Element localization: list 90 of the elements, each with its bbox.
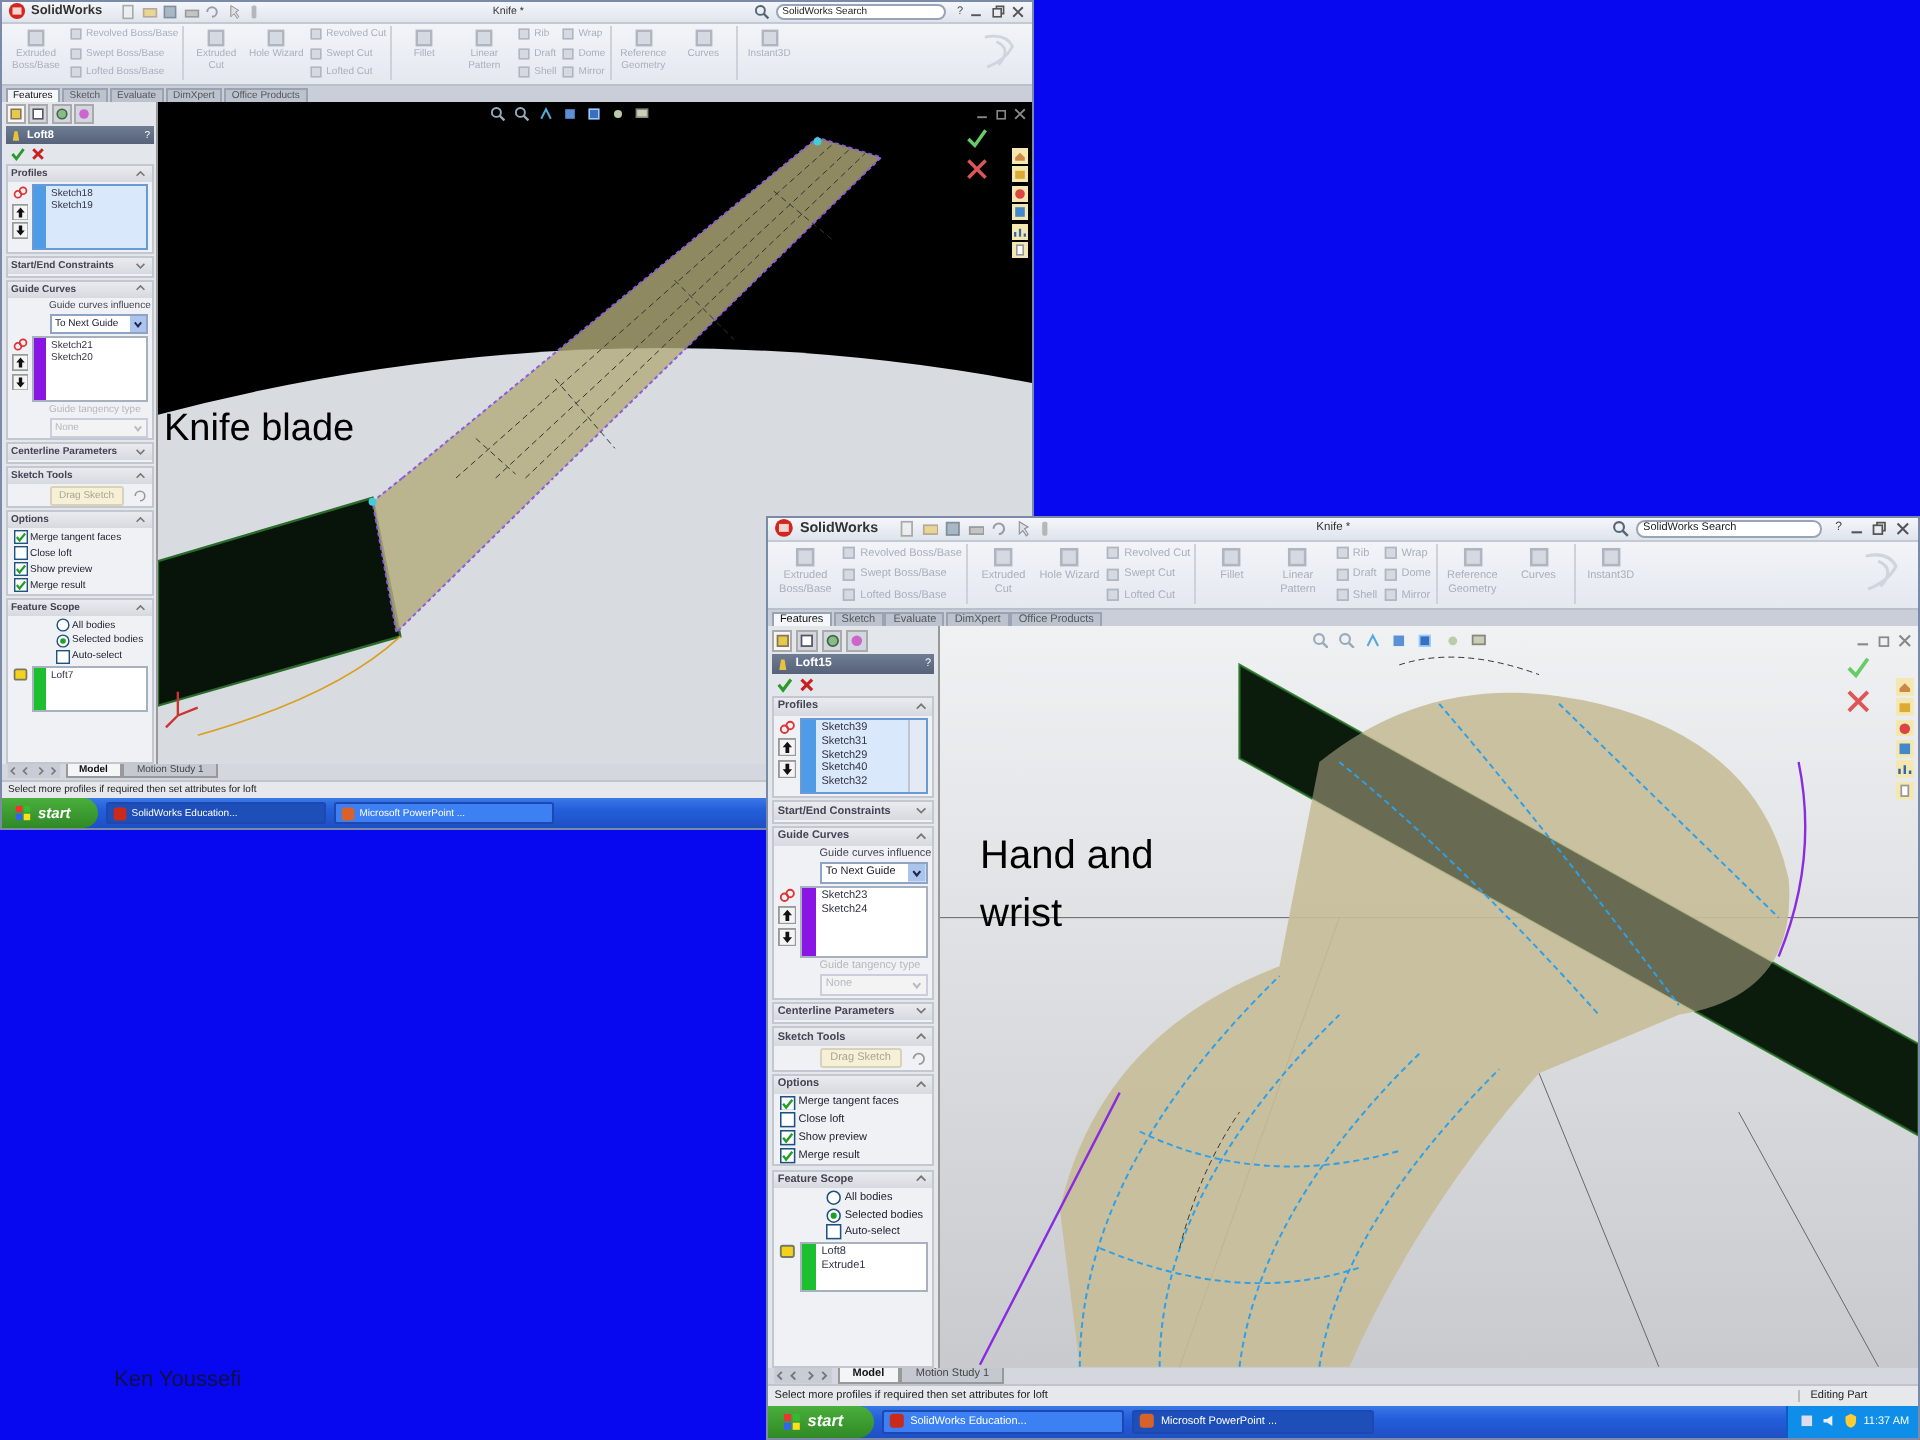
chevron-icon[interactable] (134, 167, 147, 181)
chevron-icon[interactable] (134, 514, 147, 527)
configuration-tab-icon[interactable] (821, 630, 843, 652)
folder-icon[interactable] (921, 519, 939, 538)
close-icon[interactable] (1012, 105, 1028, 121)
undo-icon[interactable] (204, 3, 221, 20)
app-icon (111, 805, 128, 821)
radio-icon[interactable] (55, 633, 69, 648)
checkmark-icon[interactable] (9, 146, 25, 162)
link-icon[interactable] (11, 335, 28, 352)
chevron-icon[interactable] (913, 1172, 928, 1187)
move-up-icon[interactable] (11, 203, 28, 220)
checkbox-icon[interactable] (779, 1147, 796, 1164)
chevron-icon[interactable] (134, 601, 147, 615)
appearance-tab-icon[interactable] (74, 104, 94, 124)
configuration-tab-icon[interactable] (51, 104, 71, 124)
close-icon[interactable] (1010, 3, 1026, 20)
move-down-icon[interactable] (11, 373, 28, 390)
checkbox-icon[interactable] (779, 1130, 796, 1146)
windows-logo-icon (14, 804, 32, 822)
logo-icon (8, 2, 26, 21)
caption: Knife blade (164, 408, 355, 452)
author-name: Ken Youssefi (114, 1368, 242, 1392)
tab-scroll-arrows-icon[interactable] (4, 764, 64, 778)
speaker-icon[interactable] (1819, 1412, 1838, 1431)
move-down-icon[interactable] (11, 222, 28, 239)
chevron-icon[interactable] (913, 1077, 928, 1092)
zoom-icon[interactable] (490, 105, 507, 121)
axis-triad-icon (164, 689, 199, 728)
home-icon[interactable] (1012, 147, 1028, 163)
new-document-icon[interactable] (897, 519, 916, 538)
close-icon[interactable] (1893, 519, 1912, 538)
search-icon[interactable] (754, 3, 771, 20)
appearance-tab-icon[interactable] (845, 630, 868, 652)
close-icon[interactable] (30, 146, 46, 162)
app-icon (1138, 1412, 1157, 1431)
dropdown-arrow-icon (908, 863, 926, 882)
checkbox-icon[interactable] (13, 562, 27, 577)
app-icon (339, 805, 356, 821)
radio-icon[interactable] (55, 618, 69, 632)
move-down-icon[interactable] (777, 759, 797, 778)
checkbox-icon[interactable] (779, 1112, 796, 1129)
pointer-icon[interactable] (1013, 519, 1032, 538)
new-document-icon[interactable] (120, 3, 137, 20)
link-icon[interactable] (777, 717, 797, 737)
undo-icon[interactable] (990, 519, 1008, 538)
close-icon[interactable] (1896, 631, 1914, 649)
radio-icon[interactable] (826, 1207, 842, 1224)
restore-icon[interactable] (989, 3, 1005, 20)
link-icon[interactable] (11, 184, 28, 201)
close-icon[interactable] (798, 675, 817, 694)
zoom-icon[interactable] (514, 105, 531, 121)
shield-icon[interactable] (1841, 1412, 1860, 1431)
radio-icon[interactable] (826, 1190, 842, 1207)
undo-icon[interactable] (910, 1049, 928, 1067)
undo-icon[interactable] (132, 487, 149, 504)
checkbox-icon[interactable] (13, 546, 27, 561)
restore-icon[interactable] (1875, 631, 1893, 649)
restore-icon[interactable] (1870, 519, 1889, 538)
search-icon[interactable] (1612, 519, 1631, 538)
checkbox-icon[interactable] (55, 649, 69, 663)
move-up-icon[interactable] (777, 906, 797, 925)
move-up-icon[interactable] (777, 738, 797, 757)
scrollbar[interactable] (908, 719, 926, 793)
feature-tree-tab-icon[interactable] (771, 630, 793, 652)
windows-logo-icon (781, 1411, 801, 1432)
dropdown-arrow-icon (129, 315, 145, 331)
move-down-icon[interactable] (777, 927, 797, 946)
pointer-icon[interactable] (225, 3, 242, 20)
start-button[interactable]: start (768, 1405, 874, 1438)
checkbox-icon[interactable] (13, 578, 27, 593)
folder-icon[interactable] (141, 3, 158, 20)
logo-icon (774, 518, 795, 539)
checkbox-icon[interactable] (826, 1224, 842, 1241)
property-tab-icon[interactable] (28, 104, 48, 124)
loft-icon (8, 127, 24, 143)
confirmation-corner-icon[interactable] (964, 125, 990, 181)
restore-icon[interactable] (993, 105, 1009, 121)
checkmark-icon[interactable] (775, 675, 794, 694)
feature-tree-tab-icon[interactable] (5, 104, 25, 124)
document-icon[interactable] (1896, 781, 1914, 800)
chart-icon[interactable] (1012, 223, 1028, 239)
chevron-icon[interactable] (913, 699, 928, 714)
property-tab-icon[interactable] (796, 630, 818, 652)
app-icon (888, 1412, 906, 1431)
link-icon[interactable] (777, 885, 797, 905)
move-up-icon[interactable] (11, 354, 28, 371)
checkbox-icon[interactable] (13, 530, 27, 545)
checkbox-icon[interactable] (779, 1095, 796, 1111)
caption: Hand and wrist (980, 832, 1156, 940)
